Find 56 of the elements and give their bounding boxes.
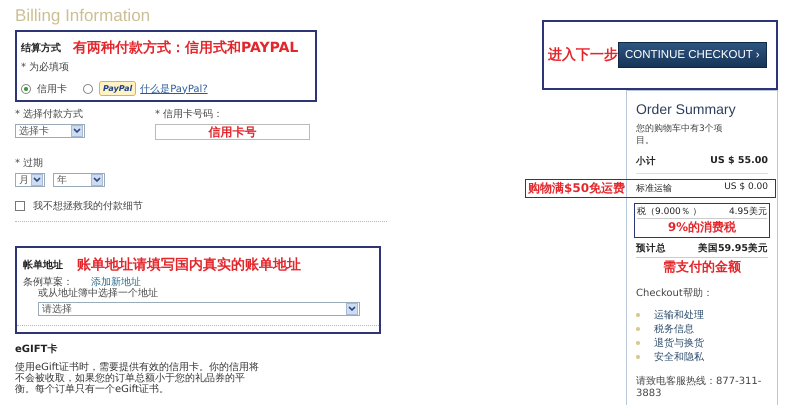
card-number-field[interactable]: 信用卡号: [155, 124, 310, 140]
bullet-icon: [636, 313, 640, 317]
summary-value: US $ 0.00: [724, 182, 768, 194]
help-title: Checkout帮助：: [636, 286, 714, 300]
help-link[interactable]: 税务信息: [654, 322, 694, 336]
bullet-icon: [636, 355, 640, 359]
paypal-logo: PayPal: [99, 81, 136, 96]
page-title: Billing Information: [15, 6, 152, 26]
help-link[interactable]: 安全和隐私: [654, 350, 704, 364]
summary-value: US $ 55.00: [710, 155, 768, 168]
summary-label: 小计: [636, 155, 656, 168]
chevron-down-icon: [33, 177, 41, 183]
field-label: * 过期: [15, 156, 44, 170]
callout-text: 9%的消费税: [668, 220, 736, 234]
year-select[interactable]: 年: [53, 173, 105, 187]
section-heading: 结算方式: [21, 41, 61, 55]
summary-label: 标准运输: [636, 182, 672, 195]
summary-value: 4.95美元: [728, 206, 767, 218]
bullet-icon: [636, 327, 640, 331]
address-select[interactable]: 请选择: [38, 302, 360, 316]
bullet-icon: [636, 341, 640, 345]
add-address-link[interactable]: 添加新地址: [91, 277, 141, 288]
summary-label: 预计总: [636, 242, 666, 255]
radio-button[interactable]: [21, 84, 31, 94]
chevron-down-icon: [348, 306, 356, 312]
continue-checkout-button[interactable]: CONTINUE CHECKOUT ›: [618, 42, 767, 68]
radio-button[interactable]: [83, 84, 93, 94]
field-label: * 选择付款方式: [15, 108, 84, 121]
card-type-select[interactable]: 选择卡: [15, 124, 85, 138]
chevron-down-icon: [73, 128, 81, 134]
section-heading: 帐单地址: [23, 258, 63, 272]
summary-value: 美国59.95美元: [698, 242, 768, 255]
help-link[interactable]: 运输和处理: [654, 308, 704, 322]
callout-text: 信用卡号: [208, 124, 256, 140]
summary-label: 税（9.000％ ）: [637, 206, 702, 218]
month-select[interactable]: 月: [15, 173, 45, 187]
callout-text: 购物满$50免运费: [528, 180, 626, 197]
checkbox-label: 我不想拯救我的付款细节: [33, 200, 143, 213]
checkbox[interactable]: [15, 201, 25, 211]
card-title: Order Summary: [636, 101, 737, 117]
hotline-text: 请致电客服热线：877-311-3883: [636, 376, 762, 400]
option-label: 信用卡: [37, 82, 67, 96]
required-note: * 为必填项: [21, 60, 70, 74]
section-heading: eGIFT卡: [15, 342, 58, 356]
callout-text: 账单地址请填写国内真实的账单地址: [77, 256, 301, 274]
paypal-info-link[interactable]: 什么是PayPal?: [140, 82, 208, 96]
callout-text: 进入下一步: [548, 46, 618, 64]
chevron-down-icon: [93, 177, 101, 183]
callout-text: 需支付的金额: [663, 260, 741, 275]
field-hint: 或从地址簿中选择一个地址: [37, 288, 159, 299]
help-link[interactable]: 退货与换货: [654, 336, 704, 350]
field-label: * 信用卡号码：: [155, 108, 224, 121]
callout-text: 有两种付款方式：信用式和PAYPAL: [73, 39, 298, 57]
field-label: 条例草案：: [23, 277, 73, 288]
egift-description: 使用eGift证书时，需要提供有效的信用卡。你的信用将不会被收取，如果您的订单总额小于您的礼品券的平衡。每个订单只有一个eGift证书。: [15, 362, 260, 395]
cart-text: 您的购物车中有3个项目。: [636, 123, 724, 147]
